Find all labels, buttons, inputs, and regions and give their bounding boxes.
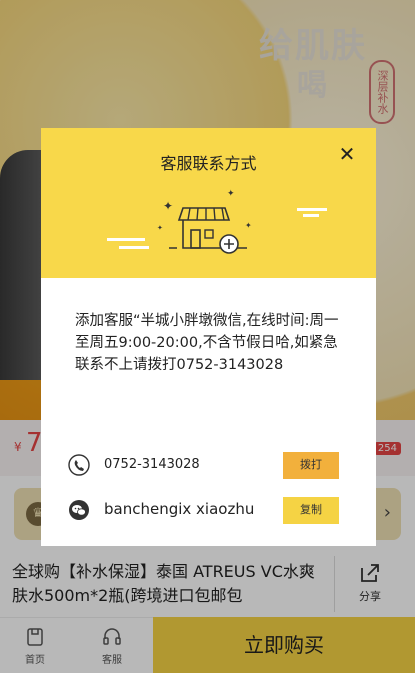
wechat-icon <box>69 500 89 520</box>
close-icon[interactable]: ✕ <box>337 144 357 164</box>
call-button[interactable]: 拨打 <box>283 452 339 479</box>
modal-header: 客服联系方式 ✕ ✦ ✦ ✦ ✦ <box>41 128 376 278</box>
svg-text:✦: ✦ <box>227 189 235 199</box>
service-message: 添加客服“半城小胖墩微信,在线时间:周一至周五9:00-20:00,不含节假日哈… <box>75 313 339 373</box>
wechat-id: banchengix xiaozhu <box>104 500 255 518</box>
customer-service-modal: 客服联系方式 ✕ ✦ ✦ ✦ ✦ 添加客服“半城小胖墩微信,在线时间:周一至周五… <box>41 128 376 546</box>
modal-title: 客服联系方式 <box>160 154 257 173</box>
wechat-row: banchengix xiaozhu 复制 <box>41 495 376 527</box>
phone-row: 0752-3143028 拨打 <box>41 450 376 482</box>
shop-icon: ✦ ✦ ✦ ✦ <box>107 189 327 254</box>
phone-icon <box>68 454 90 476</box>
copy-button[interactable]: 复制 <box>283 497 339 524</box>
svg-text:✦: ✦ <box>245 221 252 230</box>
svg-text:✦: ✦ <box>157 224 163 232</box>
svg-text:✦: ✦ <box>163 199 173 213</box>
phone-number: 0752-3143028 <box>104 457 200 472</box>
